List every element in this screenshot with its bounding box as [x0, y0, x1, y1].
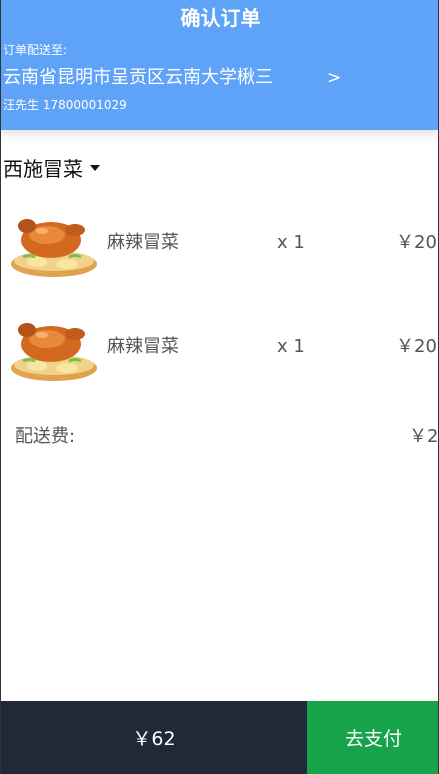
- order-header: 确认订单 订单配送至: 云南省昆明市呈贡区云南大学楸三 > 汪先生 178000…: [1, 0, 438, 130]
- shop-name: 西施冒菜: [3, 156, 83, 181]
- app-frame: 确认订单 订单配送至: 云南省昆明市呈贡区云南大学楸三 > 汪先生 178000…: [0, 0, 439, 774]
- item-price: ￥20: [396, 232, 437, 253]
- checkout-bar: ￥62 去支付: [1, 701, 438, 774]
- page-title: 确认订单: [180, 6, 261, 30]
- order-item: 麻辣冒菜 x 1 ￥20: [1, 204, 438, 284]
- order-total: ￥62: [1, 701, 307, 774]
- deliver-to-label: 订单配送至:: [3, 43, 68, 57]
- item-quantity: x 1: [277, 232, 305, 253]
- item-name: 麻辣冒菜: [107, 232, 179, 253]
- delivery-fee-value: ￥2: [409, 426, 439, 447]
- delivery-fee-label: 配送费:: [15, 426, 76, 447]
- roast-chicken-image: [11, 323, 97, 381]
- shop-selector[interactable]: 西施冒菜: [3, 153, 100, 181]
- item-quantity: x 1: [277, 336, 305, 357]
- item-price: ￥20: [396, 336, 437, 357]
- pay-button[interactable]: 去支付: [307, 701, 438, 774]
- caret-down-icon: [90, 165, 100, 171]
- contact-info: 汪先生 17800001029: [3, 98, 127, 112]
- delivery-address[interactable]: 云南省昆明市呈贡区云南大学楸三: [3, 66, 273, 90]
- order-item: 麻辣冒菜 x 1 ￥20: [1, 308, 438, 388]
- chevron-right-icon[interactable]: >: [327, 66, 341, 90]
- item-name: 麻辣冒菜: [107, 336, 179, 357]
- roast-chicken-image: [11, 219, 97, 277]
